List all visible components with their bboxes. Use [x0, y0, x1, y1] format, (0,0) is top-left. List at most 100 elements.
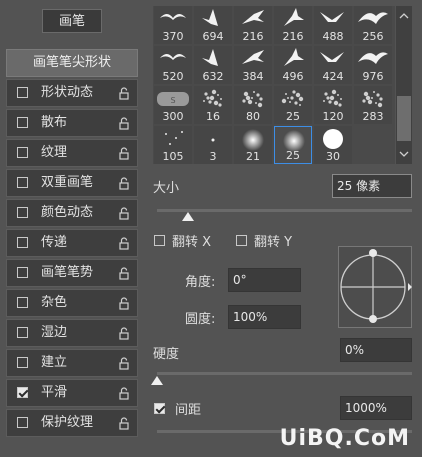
brush-preset-cell[interactable]: 496 — [274, 46, 312, 84]
brush-option-row[interactable]: 形状动态 — [6, 79, 138, 107]
brush-preset-cell[interactable]: 976 — [354, 46, 392, 84]
brush-option-row[interactable]: 双重画笔 — [6, 169, 138, 197]
brush-size-label: 216 — [282, 30, 304, 43]
brush-size-label: 300 — [162, 110, 184, 123]
brush-option-row[interactable]: 传递 — [6, 229, 138, 257]
lock-icon[interactable] — [119, 87, 129, 100]
option-checkbox[interactable] — [17, 297, 28, 308]
brush-preset-cell[interactable]: 3 — [194, 126, 232, 164]
brush-size-label: 694 — [202, 30, 224, 43]
option-label: 颜色动态 — [41, 205, 94, 220]
brush-tip-shape-item[interactable]: 画笔笔尖形状 — [6, 49, 138, 77]
watermark-text: UiBQ.CoM — [279, 426, 410, 451]
lock-icon[interactable] — [119, 297, 129, 310]
brush-preset-cell[interactable]: 120 — [314, 86, 352, 124]
angle-input[interactable]: 0° — [228, 268, 301, 292]
lock-icon[interactable] — [119, 117, 129, 130]
brush-option-row[interactable]: 湿边 — [6, 319, 138, 347]
brush-size-label: 21 — [246, 150, 260, 163]
option-checkbox[interactable] — [17, 327, 28, 338]
lock-icon[interactable] — [119, 177, 129, 190]
spacing-checkbox[interactable] — [154, 403, 165, 414]
option-label: 纹理 — [41, 145, 68, 160]
brush-option-row[interactable]: 颜色动态 — [6, 199, 138, 227]
option-checkbox[interactable] — [17, 417, 28, 428]
brush-preset-cell[interactable]: 424 — [314, 46, 352, 84]
brush-option-row[interactable]: 平滑 — [6, 379, 138, 407]
size-slider-thumb[interactable] — [181, 212, 194, 221]
brush-grid-scrollbar[interactable] — [396, 6, 412, 164]
brush-size-label: 120 — [322, 110, 344, 123]
brush-preset-cell[interactable]: 25 — [274, 86, 312, 124]
lock-icon[interactable] — [119, 237, 129, 250]
hardness-input[interactable]: 0% — [340, 338, 412, 362]
hardness-slider-track[interactable] — [157, 372, 412, 375]
brush-size-label: 384 — [242, 70, 264, 83]
option-checkbox[interactable] — [17, 87, 28, 98]
brush-size-label: 30 — [326, 150, 340, 163]
brush-preset-cell[interactable]: 694 — [194, 6, 232, 44]
brush-option-row[interactable]: 杂色 — [6, 289, 138, 317]
lock-icon[interactable] — [119, 267, 129, 280]
brush-option-row[interactable]: 保护纹理 — [6, 409, 138, 437]
brush-option-row[interactable]: 散布 — [6, 109, 138, 137]
brush-preset-cell[interactable]: 16 — [194, 86, 232, 124]
option-checkbox[interactable] — [17, 207, 28, 218]
brush-preset-cell[interactable]: 80 — [234, 86, 272, 124]
option-checkbox[interactable] — [17, 117, 28, 128]
brush-preset-cell[interactable]: 30 — [314, 126, 352, 164]
brush-option-row[interactable]: 建立 — [6, 349, 138, 377]
brush-preset-cell[interactable]: 384 — [234, 46, 272, 84]
option-label: 传递 — [41, 235, 68, 250]
option-checkbox[interactable] — [17, 387, 28, 398]
option-checkbox[interactable] — [17, 267, 28, 278]
brush-preset-cell[interactable]: 256 — [354, 6, 392, 44]
roundness-input[interactable]: 100% — [228, 305, 301, 329]
angle-label: 角度: — [185, 275, 216, 290]
size-label: 大小 — [153, 181, 180, 196]
lock-icon[interactable] — [119, 357, 129, 370]
brush-preset-cell[interactable]: 216 — [234, 6, 272, 44]
flip-x-checkbox[interactable] — [154, 235, 165, 246]
brush-preset-cell[interactable]: 105 — [154, 126, 192, 164]
option-checkbox[interactable] — [17, 237, 28, 248]
option-checkbox[interactable] — [17, 177, 28, 188]
flip-y-checkbox[interactable] — [236, 235, 247, 246]
brush-preset-cell[interactable]: 21 — [234, 126, 272, 164]
brush-size-label: 370 — [162, 30, 184, 43]
brush-size-label: 520 — [162, 70, 184, 83]
brush-preset-cell[interactable]: 370 — [154, 6, 192, 44]
brush-size-label: 25 — [286, 149, 300, 162]
size-slider-track[interactable] — [157, 209, 412, 212]
size-input[interactable]: 25 像素 — [332, 174, 412, 198]
lock-icon[interactable] — [119, 207, 129, 220]
brush-size-label: 16 — [206, 110, 220, 123]
brush-preset-cell[interactable]: 25 — [274, 126, 312, 164]
lock-icon[interactable] — [119, 387, 129, 400]
brush-size-label: 283 — [362, 110, 384, 123]
option-label: 双重画笔 — [41, 175, 94, 190]
angle-roundness-widget[interactable] — [338, 246, 412, 328]
roundness-label: 圆度: — [185, 312, 216, 327]
flip-y-label: 翻转 Y — [254, 235, 293, 250]
brush-tab-button[interactable]: 画笔 — [42, 9, 102, 33]
hardness-slider-thumb[interactable] — [151, 376, 163, 385]
brush-preset-cell[interactable]: 216 — [274, 6, 312, 44]
brush-preset-cell[interactable]: 488 — [314, 6, 352, 44]
spacing-input[interactable]: 1000% — [340, 396, 412, 420]
lock-icon[interactable] — [119, 327, 129, 340]
brush-size-label: 80 — [246, 110, 260, 123]
option-label: 建立 — [41, 355, 68, 370]
brush-option-row[interactable]: 画笔笔势 — [6, 259, 138, 287]
brush-size-label: 496 — [282, 70, 304, 83]
brush-preset-grid: 370 694 216 216 488 256 520 632 384 496 424 976 S 300… — [153, 6, 395, 164]
option-checkbox[interactable] — [17, 147, 28, 158]
brush-preset-cell[interactable]: S 300 — [154, 86, 192, 124]
brush-preset-cell[interactable]: 283 — [354, 86, 392, 124]
lock-icon[interactable] — [119, 417, 129, 430]
brush-option-row[interactable]: 纹理 — [6, 139, 138, 167]
brush-preset-cell[interactable]: 520 — [154, 46, 192, 84]
option-checkbox[interactable] — [17, 357, 28, 368]
brush-preset-cell[interactable]: 632 — [194, 46, 232, 84]
lock-icon[interactable] — [119, 147, 129, 160]
